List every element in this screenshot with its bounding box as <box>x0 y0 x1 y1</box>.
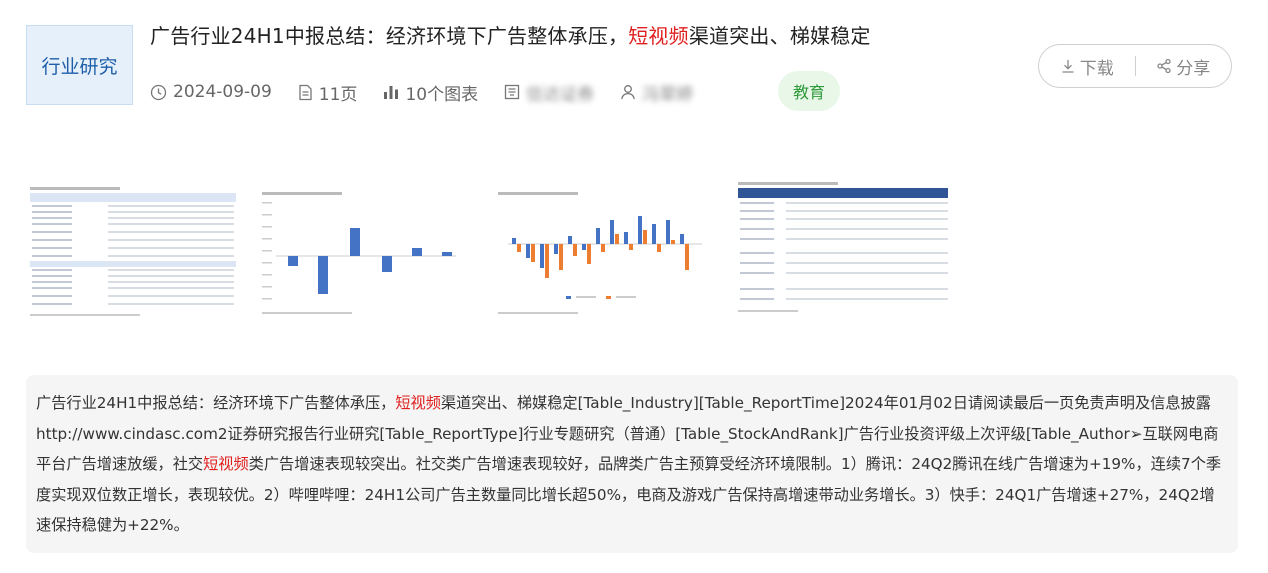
report-title[interactable]: 广告行业24H1中报总结：经济环境下广告整体承压，短视频渠道突出、梯媒稳定 <box>150 20 871 49</box>
thumbnail-bar-chart-2[interactable] <box>260 192 460 322</box>
download-button[interactable]: 下载 <box>1039 54 1135 79</box>
bar-chart-icon <box>383 84 399 100</box>
thumbnail-bar-chart-3[interactable] <box>496 192 706 322</box>
institution-icon <box>504 84 520 100</box>
thumbnail-table-1[interactable] <box>28 187 238 322</box>
share-button[interactable]: 分享 <box>1136 54 1232 79</box>
clock-icon <box>150 84 167 101</box>
meta-pages: 11页 <box>298 80 358 105</box>
title-text-before: 广告行业24H1中报总结：经济环境下广告整体承压， <box>150 24 629 48</box>
summary-highlight-2: 短视频 <box>203 455 249 473</box>
meta-pages-text: 11页 <box>318 84 358 105</box>
download-label: 下载 <box>1079 58 1114 79</box>
report-meta: 2024-09-09 11页 10个图表 信达证券 冯翠婷 <box>150 78 719 106</box>
meta-author[interactable]: 冯翠婷 <box>620 80 693 105</box>
download-icon <box>1060 58 1076 74</box>
summary-text-1: 广告行业24H1中报总结：经济环境下广告整体承压， <box>36 394 396 412</box>
share-label: 分享 <box>1176 58 1211 79</box>
user-icon <box>620 84 636 100</box>
thumbnail-table-4[interactable] <box>734 180 954 318</box>
category-badge: 行业研究 <box>26 25 133 105</box>
meta-date-text: 2024-09-09 <box>173 82 272 102</box>
title-highlight: 短视频 <box>628 24 689 48</box>
action-group: 下载 分享 <box>1038 44 1232 88</box>
chart-thumbnails <box>28 180 968 322</box>
meta-date: 2024-09-09 <box>150 82 272 102</box>
meta-author-text: 冯翠婷 <box>642 84 694 105</box>
meta-charts-text: 10个图表 <box>405 84 479 105</box>
meta-institution[interactable]: 信达证券 <box>504 80 594 105</box>
report-summary: 广告行业24H1中报总结：经济环境下广告整体承压，短视频渠道突出、梯媒稳定[Ta… <box>26 375 1238 553</box>
title-text-after: 渠道突出、梯媒稳定 <box>688 24 871 48</box>
share-icon <box>1156 58 1172 74</box>
meta-charts: 10个图表 <box>383 80 478 105</box>
subject-tag[interactable]: 教育 <box>778 71 840 111</box>
summary-highlight-1: 短视频 <box>395 394 441 412</box>
document-icon <box>298 84 313 101</box>
meta-institution-text: 信达证券 <box>526 84 595 105</box>
